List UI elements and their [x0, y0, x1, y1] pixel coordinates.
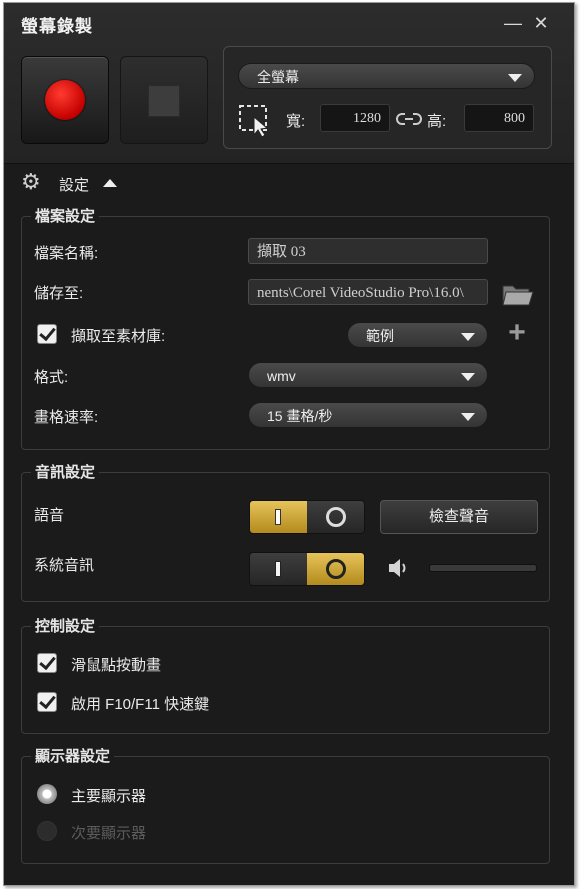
folder-browse-icon[interactable]	[501, 280, 535, 308]
file-settings-title: 檔案設定	[31, 205, 100, 226]
stop-button[interactable]	[120, 56, 208, 144]
secondary-display-label: 次要顯示器	[71, 825, 147, 842]
capture-to-library-checkbox[interactable]	[37, 324, 57, 344]
minimize-button[interactable]: —	[503, 13, 523, 33]
width-label: 寬:	[286, 113, 306, 130]
link-aspect-icon[interactable]	[396, 110, 422, 128]
select-region-icon[interactable]	[238, 103, 272, 137]
gear-icon: ⚙	[21, 169, 41, 194]
primary-display-radio[interactable]	[37, 784, 57, 804]
off-ring-icon	[326, 507, 346, 527]
voice-off-segment[interactable]	[307, 501, 364, 533]
framerate-select-value: 15 畫格/秒	[267, 408, 333, 424]
add-library-icon[interactable]: +	[505, 318, 529, 348]
chevron-up-icon	[103, 179, 117, 187]
title-bar: 螢幕錄製 — ✕ 全螢幕 寬: 1280 高: 800	[4, 3, 574, 164]
mouse-click-animation-checkbox[interactable]	[37, 653, 57, 673]
control-settings-group	[21, 626, 550, 734]
settings-label: 設定	[59, 177, 90, 194]
format-select-value: wmv	[267, 368, 296, 384]
format-label: 格式:	[34, 369, 69, 386]
close-button[interactable]: ✕	[531, 13, 551, 33]
chevron-down-icon	[508, 74, 522, 82]
library-select[interactable]: 範例	[347, 322, 488, 348]
format-select[interactable]: wmv	[248, 362, 488, 388]
mouse-click-animation-label: 滑鼠點按動畫	[71, 657, 162, 674]
library-select-value: 範例	[366, 328, 394, 344]
capture-region-panel: 全螢幕 寬: 1280 高: 800	[223, 46, 552, 149]
capture-to-library-label: 擷取至素材庫:	[71, 328, 166, 345]
record-icon	[45, 80, 85, 120]
region-select[interactable]: 全螢幕	[238, 63, 535, 89]
save-path-input[interactable]: nents\Corel VideoStudio Pro\16.0\	[248, 279, 488, 305]
save-to-label: 儲存至:	[34, 285, 84, 302]
speaker-icon[interactable]	[387, 557, 411, 579]
secondary-display-radio[interactable]	[37, 821, 57, 841]
height-label: 高:	[427, 113, 447, 130]
chevron-down-icon	[461, 413, 475, 421]
control-settings-title: 控制設定	[31, 615, 100, 636]
voice-toggle[interactable]	[249, 500, 365, 534]
voice-label: 語音	[34, 507, 65, 524]
window-title: 螢幕錄製	[21, 17, 93, 36]
chevron-down-icon	[461, 333, 475, 341]
filename-input[interactable]: 擷取 03	[248, 238, 488, 264]
display-settings-group	[21, 756, 550, 864]
system-audio-on-segment[interactable]	[250, 553, 307, 585]
region-select-value: 全螢幕	[257, 69, 299, 85]
display-settings-title: 顯示器設定	[31, 745, 115, 766]
settings-toggle[interactable]: ⚙ 設定	[21, 171, 141, 195]
filename-label: 檔案名稱:	[34, 245, 99, 262]
height-input[interactable]: 800	[464, 104, 534, 132]
hotkey-label: 啟用 F10/F11 快速鍵	[71, 696, 210, 713]
system-audio-label: 系統音訊	[34, 557, 95, 574]
framerate-label: 畫格速率:	[34, 409, 99, 426]
check-sound-button[interactable]: 檢查聲音	[380, 500, 538, 534]
off-ring-icon	[326, 559, 346, 579]
system-audio-toggle[interactable]	[249, 552, 365, 586]
volume-slider[interactable]	[429, 564, 537, 572]
framerate-select[interactable]: 15 畫格/秒	[248, 402, 488, 428]
chevron-down-icon	[461, 373, 475, 381]
stop-icon	[148, 85, 180, 117]
voice-on-segment[interactable]	[250, 501, 307, 533]
hotkey-checkbox[interactable]	[37, 692, 57, 712]
width-input[interactable]: 1280	[320, 104, 390, 132]
record-button[interactable]	[21, 56, 109, 144]
screen-recorder-window: 螢幕錄製 — ✕ 全螢幕 寬: 1280 高: 800 ⚙ 設定 檔案設定 檔案…	[3, 2, 575, 886]
on-bar-icon	[275, 561, 281, 577]
system-audio-off-segment[interactable]	[307, 553, 364, 585]
primary-display-label: 主要顯示器	[71, 788, 147, 805]
on-bar-icon	[275, 509, 281, 525]
audio-settings-title: 音訊設定	[31, 461, 100, 482]
